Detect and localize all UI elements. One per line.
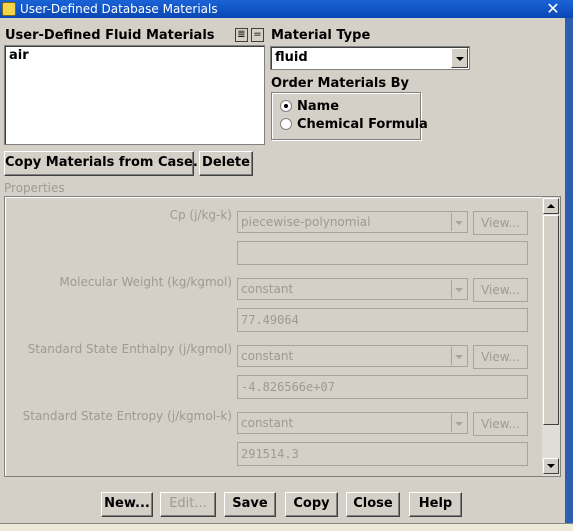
material-type-label: Material Type	[271, 28, 371, 43]
enthalpy-view-button[interactable]: View...	[473, 345, 528, 369]
list-view-button[interactable]: ≣	[235, 28, 248, 42]
save-button[interactable]: Save	[224, 492, 276, 517]
edit-button[interactable]: Edit...	[160, 492, 216, 517]
scroll-down-button[interactable]	[543, 458, 559, 474]
entropy-method-value: constant	[241, 416, 294, 430]
material-type-select[interactable]: fluid	[270, 46, 470, 70]
property-label-cp: Cp (j/kg-k)	[169, 208, 232, 222]
enthalpy-method-select[interactable]: constant	[237, 345, 468, 367]
radio-chemical-formula[interactable]	[280, 118, 292, 130]
radio-name-label[interactable]: Name	[297, 99, 339, 114]
copy-button[interactable]: Copy	[285, 492, 338, 517]
help-button[interactable]: Help	[409, 492, 462, 517]
enthalpy-method-value: constant	[241, 349, 294, 363]
entropy-view-button[interactable]: View...	[473, 412, 528, 436]
radio-name[interactable]	[280, 100, 292, 112]
app-icon	[2, 2, 16, 16]
molecular-weight-view-button[interactable]: View...	[473, 278, 528, 302]
scroll-up-button[interactable]	[543, 198, 559, 214]
title-bar: User-Defined Database Materials ✕	[0, 0, 573, 18]
cp-value-field[interactable]	[237, 241, 528, 265]
material-type-value: fluid	[275, 50, 308, 65]
dialog-body: User-Defined Fluid Materials ≣ = air Mat…	[0, 18, 565, 531]
chevron-down-icon	[547, 464, 555, 468]
fluid-materials-label: User-Defined Fluid Materials	[5, 28, 215, 43]
window-title: User-Defined Database Materials	[20, 2, 218, 16]
molecular-weight-method-value: constant	[241, 282, 294, 296]
equal-button[interactable]: =	[251, 28, 264, 42]
chevron-down-icon[interactable]	[451, 280, 466, 298]
radio-chemical-formula-label[interactable]: Chemical Formula	[297, 117, 428, 132]
property-label-molecular-weight: Molecular Weight (kg/kgmol)	[59, 275, 232, 289]
fluid-materials-list[interactable]: air	[4, 45, 265, 145]
chevron-down-icon[interactable]	[451, 414, 466, 432]
copy-materials-from-case-button[interactable]: Copy Materials from Case...	[4, 151, 208, 176]
order-by-group	[271, 92, 421, 140]
cp-method-select[interactable]: piecewise-polynomial	[237, 211, 468, 233]
molecular-weight-value-field[interactable]: 77.49064	[237, 308, 528, 332]
enthalpy-value-field[interactable]: -4.826566e+07	[237, 375, 528, 399]
property-label-enthalpy: Standard State Enthalpy (j/kgmol)	[27, 342, 232, 356]
properties-scrollbar[interactable]	[542, 197, 560, 476]
new-button[interactable]: New...	[101, 492, 153, 517]
close-window-button[interactable]: ✕	[543, 1, 563, 17]
chevron-up-icon	[547, 204, 555, 208]
property-label-entropy: Standard State Entropy (j/kgmol-k)	[22, 409, 232, 423]
background-window-edge	[0, 523, 573, 531]
cp-method-value: piecewise-polynomial	[241, 215, 371, 229]
properties-label: Properties	[4, 181, 65, 195]
chevron-down-icon[interactable]	[451, 48, 468, 68]
cp-view-button[interactable]: View...	[473, 211, 528, 235]
window-border	[565, 18, 573, 531]
list-item[interactable]: air	[9, 48, 29, 63]
scroll-thumb[interactable]	[543, 215, 559, 425]
delete-button[interactable]: Delete	[199, 151, 253, 176]
chevron-down-icon[interactable]	[451, 213, 466, 231]
entropy-method-select[interactable]: constant	[237, 412, 468, 434]
order-by-label: Order Materials By	[271, 76, 410, 91]
chevron-down-icon[interactable]	[451, 347, 466, 365]
entropy-value-field[interactable]: 291514.3	[237, 442, 528, 466]
molecular-weight-method-select[interactable]: constant	[237, 278, 468, 300]
close-button[interactable]: Close	[346, 492, 400, 517]
